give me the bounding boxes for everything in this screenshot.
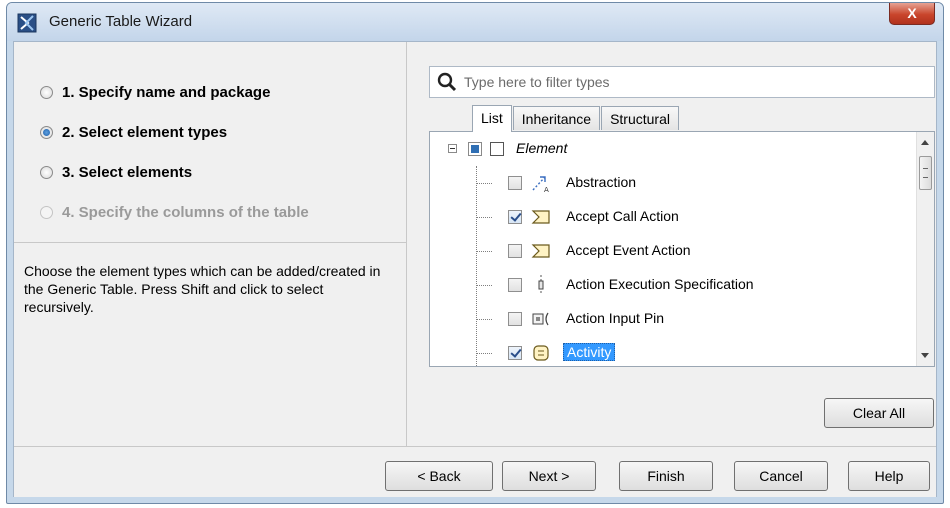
tree-item-checkbox[interactable] [508, 312, 522, 326]
tree-item[interactable]: A Abstraction [430, 166, 910, 200]
tree-item[interactable]: Accept Event Action [430, 234, 910, 268]
help-button[interactable]: Help [848, 461, 930, 491]
element-type-tree[interactable]: Element A Abstraction Accept Call Action… [429, 131, 935, 367]
step-divider [14, 242, 406, 243]
tree-item[interactable]: Action Input Pin [430, 302, 910, 336]
tree-item-label: Action Execution Specification [566, 276, 754, 292]
accept-call-action-icon [531, 210, 550, 224]
steps-panel: 1. Specify name and package 2. Select el… [14, 42, 407, 446]
step-2-label: 2. Select element types [62, 123, 228, 141]
filter-input[interactable] [462, 73, 916, 91]
wizard-body: 1. Specify name and package 2. Select el… [13, 41, 937, 497]
tree-connector [476, 217, 492, 218]
scroll-up-icon[interactable] [921, 140, 929, 145]
tree-connector [476, 251, 492, 252]
tab-list[interactable]: List [472, 105, 512, 132]
tree-item-checkbox[interactable] [508, 176, 522, 190]
collapse-icon[interactable] [448, 144, 457, 153]
tree-connector [476, 183, 492, 184]
step-4: 4. Specify the columns of the table [40, 192, 309, 232]
tree-item-label: Action Input Pin [566, 310, 665, 326]
step-1-radio[interactable] [40, 85, 53, 99]
step-3[interactable]: 3. Select elements [40, 152, 309, 192]
step-4-radio [40, 205, 53, 219]
tree-connector [476, 319, 492, 320]
window-title: Generic Table Wizard [49, 13, 193, 30]
action-input-pin-icon [532, 312, 549, 326]
accept-event-action-icon [531, 244, 550, 258]
step-2[interactable]: 2. Select element types [40, 112, 309, 152]
wizard-button-bar: < Back Next > Finish Cancel Help [14, 446, 936, 497]
tree-item-label: Abstraction [566, 174, 637, 190]
tree-root-label: Element [516, 140, 568, 156]
step-3-radio[interactable] [40, 165, 53, 179]
tree-item[interactable]: Action Execution Specification [430, 268, 910, 302]
step-4-label: 4. Specify the columns of the table [62, 203, 309, 221]
tree-item-label: Accept Event Action [566, 242, 691, 258]
step-description: Choose the element types which can be ad… [24, 263, 381, 315]
tree-item[interactable]: Accept Call Action [430, 200, 910, 234]
abstraction-icon: A [532, 176, 549, 194]
svg-text:A: A [544, 186, 549, 194]
activity-icon [533, 345, 549, 361]
step-1[interactable]: 1. Specify name and package [40, 72, 309, 112]
tree-item-checkbox[interactable] [508, 210, 522, 224]
clear-all-button[interactable]: Clear All [824, 398, 934, 428]
tree-item-checkbox[interactable] [508, 278, 522, 292]
title-bar[interactable]: Generic Table Wizard X [7, 3, 943, 41]
step-list: 1. Specify name and package 2. Select el… [40, 72, 309, 232]
tree-scrollbar[interactable] [916, 132, 934, 366]
back-button[interactable]: < Back [385, 461, 493, 491]
tree-connector [476, 285, 492, 286]
view-tabs: List Inheritance Structural [472, 105, 680, 132]
tree-item[interactable]: Activity [430, 336, 910, 366]
tree-item-label: Accept Call Action [566, 208, 679, 224]
step-1-label: 1. Specify name and package [62, 83, 271, 101]
root-partial-checkbox[interactable] [468, 142, 482, 156]
app-icon [17, 13, 37, 33]
tab-structural[interactable]: Structural [601, 106, 679, 130]
cancel-button[interactable]: Cancel [734, 461, 828, 491]
step-2-radio[interactable] [40, 125, 53, 139]
tree-item-checkbox[interactable] [508, 244, 522, 258]
search-icon [437, 72, 457, 92]
tab-inheritance[interactable]: Inheritance [512, 106, 601, 130]
action-execution-specification-icon [538, 275, 544, 295]
tree-item-checkbox[interactable] [508, 346, 522, 360]
element-root-icon [490, 142, 504, 156]
close-button[interactable]: X [889, 3, 935, 25]
tree-item-label-selected: Activity [563, 343, 616, 361]
type-filter[interactable] [429, 66, 935, 98]
wizard-window: Generic Table Wizard X 1. Specify name a… [6, 2, 944, 504]
step-3-label: 3. Select elements [62, 163, 193, 181]
scroll-down-icon[interactable] [921, 353, 929, 358]
scroll-thumb[interactable] [919, 156, 932, 190]
next-button[interactable]: Next > [502, 461, 596, 491]
tree-connector [476, 353, 492, 354]
tree-root-row[interactable]: Element [430, 132, 910, 166]
finish-button[interactable]: Finish [619, 461, 713, 491]
